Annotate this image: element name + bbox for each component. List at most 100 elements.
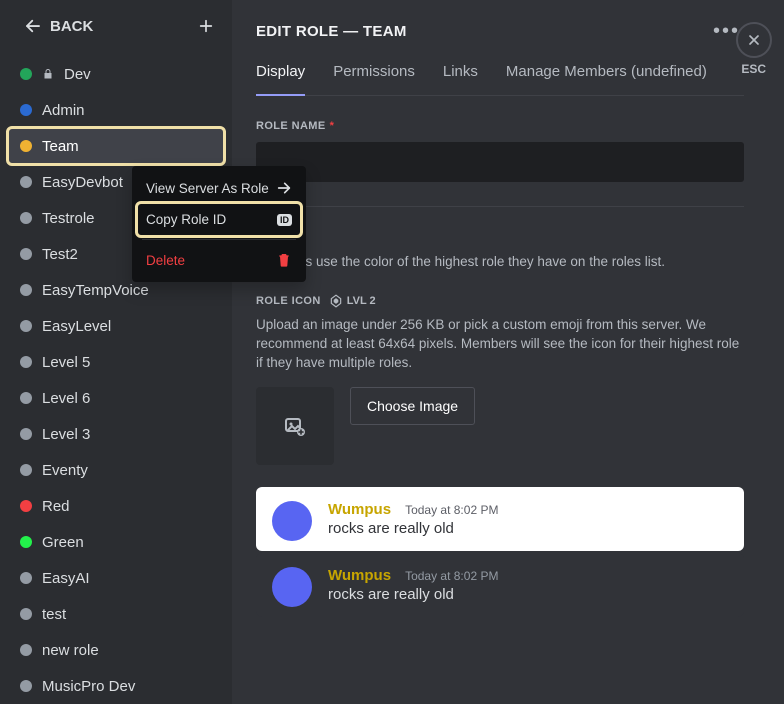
- role-item-label: Team: [42, 138, 79, 155]
- role-item-label: EasyDevbot: [42, 174, 123, 191]
- preview-dark: Wumpus Today at 8:02 PM rocks are really…: [256, 553, 744, 617]
- role-color-dot: [20, 104, 32, 116]
- role-item[interactable]: MusicPro Dev: [8, 668, 224, 704]
- role-item-label: Dev: [64, 66, 91, 83]
- role-item[interactable]: EasyLevel: [8, 308, 224, 344]
- role-color-dot: [20, 500, 32, 512]
- role-item[interactable]: Level 6: [8, 380, 224, 416]
- role-item[interactable]: new role: [8, 632, 224, 668]
- role-item-label: Level 3: [42, 426, 90, 443]
- tab[interactable]: Display: [256, 63, 305, 96]
- role-item-label: EasyAI: [42, 570, 90, 587]
- sidebar-header: BACK: [0, 16, 232, 48]
- role-icon-label: ROLE ICON LVL 2: [256, 294, 744, 308]
- role-item-label: Level 5: [42, 354, 90, 371]
- role-color-dot: [20, 572, 32, 584]
- esc-label: ESC: [741, 62, 766, 76]
- lvl-badge: LVL 2: [329, 294, 376, 308]
- tab[interactable]: Links: [443, 63, 478, 95]
- role-color-dot: [20, 140, 32, 152]
- role-color-dot: [20, 644, 32, 656]
- arrow-right-icon: [276, 180, 292, 196]
- role-item-label: MusicPro Dev: [42, 678, 135, 695]
- main-panel: EDIT ROLE — TEAM ••• Display Permissions L…: [232, 0, 784, 704]
- ctx-separator: [142, 239, 296, 240]
- role-color-dot: [20, 284, 32, 296]
- close-button[interactable]: [736, 22, 772, 58]
- page-title: EDIT ROLE — TEAM: [256, 23, 407, 40]
- main-header: EDIT ROLE — TEAM •••: [256, 20, 744, 43]
- preview-timestamp: Today at 8:02 PM: [405, 569, 498, 583]
- role-item-label: Level 6: [42, 390, 90, 407]
- role-item-label: Eventy: [42, 462, 88, 479]
- role-color-dot: [20, 248, 32, 260]
- arrow-left-icon: [24, 17, 42, 35]
- role-item[interactable]: Level 5: [8, 344, 224, 380]
- role-item-label: Admin: [42, 102, 85, 119]
- add-role-button[interactable]: [196, 16, 216, 36]
- role-item-label: EasyTempVoice: [42, 282, 149, 299]
- role-color-dot: [20, 320, 32, 332]
- role-item-label: Green: [42, 534, 84, 551]
- back-label: BACK: [50, 18, 93, 35]
- role-icon-help: Upload an image under 256 KB or pick a c…: [256, 316, 744, 373]
- message-preview: Wumpus Today at 8:02 PM rocks are really…: [256, 487, 744, 617]
- role-color-dot: [20, 176, 32, 188]
- role-item-label: new role: [42, 642, 99, 659]
- role-color-dot: [20, 68, 32, 80]
- role-item[interactable]: test: [8, 596, 224, 632]
- role-color-dot: [20, 356, 32, 368]
- icon-upload-row: Choose Image: [256, 387, 744, 465]
- back-button[interactable]: BACK: [24, 17, 93, 35]
- role-item[interactable]: Green: [8, 524, 224, 560]
- role-color-dot: [20, 680, 32, 692]
- role-item-label: Test2: [42, 246, 78, 263]
- avatar: [272, 501, 312, 541]
- role-item[interactable]: Team: [8, 128, 224, 164]
- ctx-delete[interactable]: Delete: [138, 244, 300, 276]
- tab[interactable]: Permissions: [333, 63, 415, 95]
- preview-timestamp: Today at 8:02 PM: [405, 503, 498, 517]
- id-icon: ID: [277, 214, 292, 226]
- role-name-label: ROLE NAME*: [256, 120, 744, 132]
- role-name-input[interactable]: [256, 142, 744, 182]
- preview-message: rocks are really old: [328, 520, 730, 537]
- preview-message: rocks are really old: [328, 586, 730, 603]
- preview-light: Wumpus Today at 8:02 PM rocks are really…: [256, 487, 744, 551]
- role-item[interactable]: Level 3: [8, 416, 224, 452]
- role-list: Dev Admin Team EasyDevbot Testrole Test2 EasyT…: [0, 48, 232, 704]
- avatar: [272, 567, 312, 607]
- role-item[interactable]: EasyAI: [8, 560, 224, 596]
- close-icon: [746, 32, 762, 48]
- role-item-label: test: [42, 606, 66, 623]
- role-item[interactable]: Dev: [8, 56, 224, 92]
- role-item[interactable]: Red: [8, 488, 224, 524]
- role-item[interactable]: Admin: [8, 92, 224, 128]
- lock-icon: [42, 67, 54, 81]
- image-add-icon: [283, 414, 307, 438]
- ctx-copy-role-id[interactable]: Copy Role ID ID: [138, 204, 300, 235]
- role-color-dot: [20, 212, 32, 224]
- trash-icon: [276, 252, 292, 268]
- preview-username: Wumpus: [328, 501, 391, 518]
- role-color-dot: [20, 464, 32, 476]
- icon-placeholder[interactable]: [256, 387, 334, 465]
- tab[interactable]: Manage Members (undefined): [506, 63, 707, 95]
- role-color-dot: [20, 392, 32, 404]
- role-item[interactable]: Eventy: [8, 452, 224, 488]
- boost-icon: [329, 294, 343, 308]
- tabs: Display Permissions Links Manage Members (u…: [256, 63, 744, 96]
- role-item-label: EasyLevel: [42, 318, 111, 335]
- role-item-label: Testrole: [42, 210, 95, 227]
- role-color-help: Members use the color of the highest rol…: [256, 253, 744, 272]
- roles-sidebar: BACK Dev Admin Team EasyDevbot Testrole Test2…: [0, 0, 232, 704]
- role-color-label: OR*: [256, 231, 744, 243]
- role-context-menu: View Server As Role Copy Role ID ID Dele…: [132, 166, 306, 282]
- role-color-dot: [20, 536, 32, 548]
- role-item-label: Red: [42, 498, 70, 515]
- choose-image-button[interactable]: Choose Image: [350, 387, 475, 425]
- ctx-view-as-role[interactable]: View Server As Role: [138, 172, 300, 204]
- divider: [256, 206, 744, 207]
- role-color-dot: [20, 428, 32, 440]
- required-asterisk: *: [330, 120, 335, 132]
